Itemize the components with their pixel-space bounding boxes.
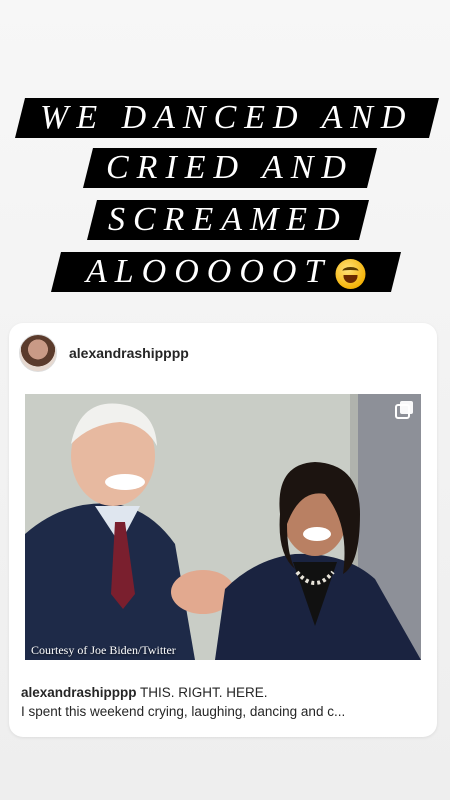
caption-line-2: CRIED AND — [83, 148, 377, 188]
caption-line-4: ALOOOOOT — [51, 252, 401, 292]
multiple-photos-icon — [395, 401, 413, 419]
caption-line-3: SCREAMED — [87, 200, 369, 240]
post-caption[interactable]: alexandrashipppp THIS. RIGHT. HERE. I sp… — [21, 683, 427, 721]
post-header[interactable]: alexandrashipppp — [19, 333, 189, 373]
caption-username[interactable]: alexandrashipppp — [21, 685, 137, 700]
post-photo — [25, 394, 421, 660]
shared-post-card[interactable]: alexandrashipppp Courtesy of Joe Biden/T… — [9, 323, 437, 737]
post-username[interactable]: alexandrashipppp — [69, 345, 189, 361]
post-image[interactable]: Courtesy of Joe Biden/Twitter — [25, 394, 421, 660]
caption-text: THIS. RIGHT. HERE. — [140, 685, 268, 700]
image-credit: Courtesy of Joe Biden/Twitter — [31, 643, 176, 657]
caption-text-truncated: I spent this weekend crying, laughing, d… — [21, 704, 346, 719]
rolling-laughing-emoji-icon — [335, 259, 366, 290]
caption-line-1: WE DANCED AND — [15, 98, 439, 138]
avatar[interactable] — [19, 334, 57, 372]
